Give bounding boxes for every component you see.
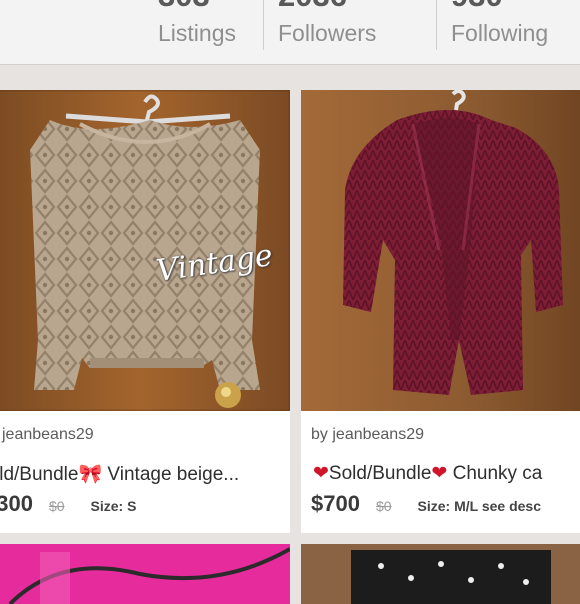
listing-size: Size: M/L see desc	[417, 498, 541, 514]
listing-title[interactable]: ❤Sold/Bundle❤ Chunky ca	[313, 462, 542, 485]
stat-listings-label: Listings	[158, 20, 236, 46]
listing-photo-image	[301, 544, 580, 604]
seller-by-label: by	[311, 426, 328, 443]
listing-price: $700	[311, 491, 360, 516]
stat-followers-label: Followers	[278, 20, 377, 46]
seller-line[interactable]: byjeanbeans29	[2, 426, 94, 444]
listing-details: byjeanbeans29 Sold/Bundle🎀 Vintage beige…	[0, 411, 290, 533]
listing-original-price: $0	[48, 498, 65, 514]
seller-line[interactable]: by jeanbeans29	[311, 426, 424, 444]
listing-photo-image	[0, 544, 290, 604]
listing-details: by jeanbeans29 ❤Sold/Bundle❤ Chunky ca $…	[301, 411, 580, 533]
stat-divider	[436, 0, 437, 50]
price-row: $300 $0 Size: S	[0, 491, 136, 517]
closet-stats-bar: 303 Listings 2036 Followers 930 Followin…	[0, 0, 580, 65]
listing-price: $300	[0, 491, 33, 516]
seller-username[interactable]: jeanbeans29	[2, 426, 94, 443]
listing-size: Size: S	[90, 498, 137, 514]
listing-title-prefix: Sold/Bundle	[328, 463, 432, 484]
stat-following-number: 930	[451, 0, 503, 14]
listing-card[interactable]: Vintage byjeanbeans29 Sold/Bundle🎀 Vinta…	[0, 90, 290, 533]
listing-title-prefix: Sold/Bundle	[0, 464, 79, 485]
seller-username[interactable]: jeanbeans29	[332, 426, 424, 443]
heart-icon: ❤	[313, 463, 329, 484]
price-row: $700 $0 Size: M/L see desc	[311, 491, 541, 517]
listing-photo-image	[301, 90, 580, 411]
listing-title[interactable]: Sold/Bundle🎀 Vintage beige...	[0, 462, 239, 486]
listing-title-suffix: Chunky ca	[447, 463, 543, 484]
stat-divider	[263, 0, 264, 50]
heart-icon: ❤	[431, 463, 448, 484]
listing-photo[interactable]	[301, 90, 580, 411]
listing-original-price: $0	[375, 498, 392, 514]
bow-icon: 🎀	[78, 464, 103, 485]
listing-title-suffix: Vintage beige...	[102, 464, 240, 485]
listing-card[interactable]: by jeanbeans29 ❤Sold/Bundle❤ Chunky ca $…	[301, 90, 580, 533]
stat-followers-number: 2036	[278, 0, 347, 14]
listing-photo[interactable]: Vintage	[0, 90, 290, 411]
listing-card[interactable]	[301, 544, 580, 604]
stat-listings-number: 303	[158, 0, 210, 14]
listing-card[interactable]	[0, 544, 290, 604]
stat-following-label: Following	[451, 20, 549, 46]
